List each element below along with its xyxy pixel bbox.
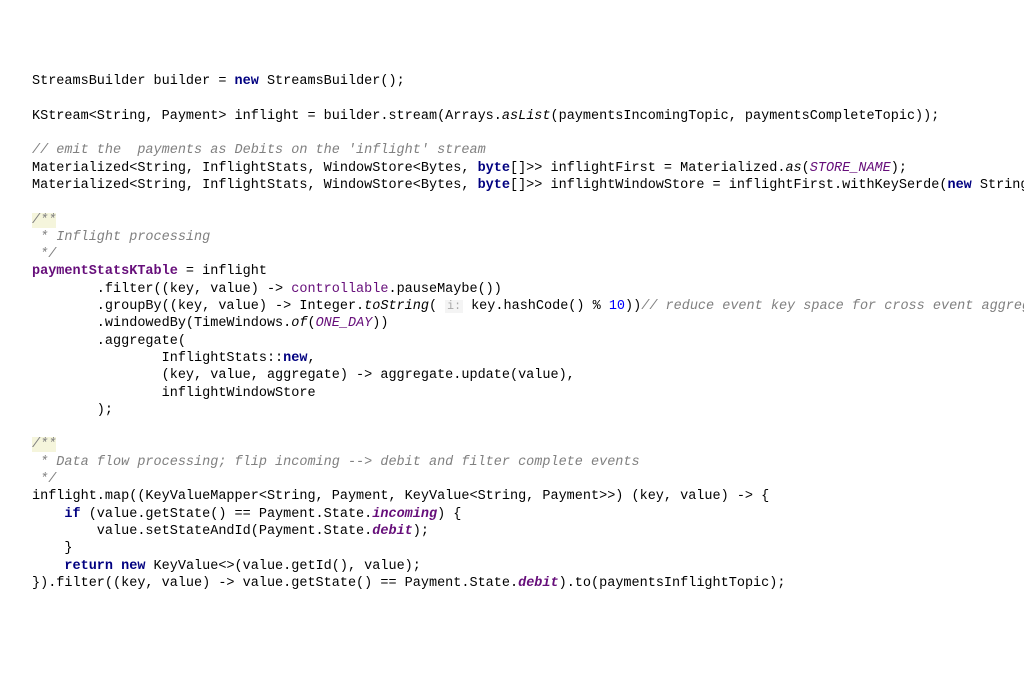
static-method: as [785, 161, 801, 176]
javadoc-end: */ [32, 246, 1024, 263]
code-line: paymentStatsKTable = inflight [32, 263, 1024, 280]
static-method: toString [364, 299, 429, 314]
code-line: if (value.getState() == Payment.State.in… [32, 506, 1024, 523]
instance-field: paymentStatsKTable [32, 264, 178, 279]
code-line [32, 419, 1024, 436]
code-line: InflightStats::new, [32, 350, 1024, 367]
code-line [32, 194, 1024, 211]
keyword-new: new [283, 351, 307, 366]
code-line: .windowedBy(TimeWindows.of(ONE_DAY)) [32, 315, 1024, 332]
code-line: } [32, 540, 1024, 557]
code-comment: // reduce event key space for cross even… [641, 299, 1024, 314]
code-comment: // emit the payments as Debits on the 'i… [32, 142, 1024, 159]
code-line: KStream<String, Payment> inflight = buil… [32, 108, 1024, 125]
code-line: (key, value, aggregate) -> aggregate.upd… [32, 367, 1024, 384]
enum-constant: debit [518, 576, 559, 591]
code-line: ); [32, 402, 1024, 419]
code-line: value.setStateAndId(Payment.State.debit)… [32, 523, 1024, 540]
keyword-return: return [64, 559, 113, 574]
static-method: asList [502, 109, 551, 124]
javadoc-start: /** [32, 436, 1024, 453]
keyword-new: new [947, 178, 971, 193]
enum-constant: incoming [372, 507, 437, 522]
code-line [32, 90, 1024, 107]
keyword-new: new [235, 74, 259, 89]
code-line: StreamsBuilder builder = new StreamsBuil… [32, 73, 1024, 90]
code-line: inflightWindowStore [32, 385, 1024, 402]
code-line: .groupBy((key, value) -> Integer.toStrin… [32, 298, 1024, 315]
code-line [32, 125, 1024, 142]
keyword-byte: byte [478, 161, 510, 176]
code-line: .aggregate( [32, 333, 1024, 350]
code-line: return new KeyValue<>(value.getId(), val… [32, 558, 1024, 575]
static-field: ONE_DAY [316, 316, 373, 331]
parameter-hint: i: [445, 300, 463, 313]
static-field: STORE_NAME [810, 161, 891, 176]
javadoc-body: * Data flow processing; flip incoming --… [32, 454, 1024, 471]
instance-field: controllable [291, 282, 388, 297]
keyword-new: new [121, 559, 145, 574]
code-line: Materialized<String, InflightStats, Wind… [32, 177, 1024, 194]
number-literal: 10 [609, 299, 625, 314]
keyword-if: if [64, 507, 80, 522]
static-method: of [291, 316, 307, 331]
code-line: }).filter((key, value) -> value.getState… [32, 575, 1024, 592]
code-line: .filter((key, value) -> controllable.pau… [32, 281, 1024, 298]
javadoc-start: /** [32, 212, 1024, 229]
code-editor-viewport: StreamsBuilder builder = new StreamsBuil… [32, 73, 1024, 592]
javadoc-body: * Inflight processing [32, 229, 1024, 246]
code-line: Materialized<String, InflightStats, Wind… [32, 160, 1024, 177]
code-line: inflight.map((KeyValueMapper<String, Pay… [32, 488, 1024, 505]
keyword-byte: byte [478, 178, 510, 193]
javadoc-end: */ [32, 471, 1024, 488]
